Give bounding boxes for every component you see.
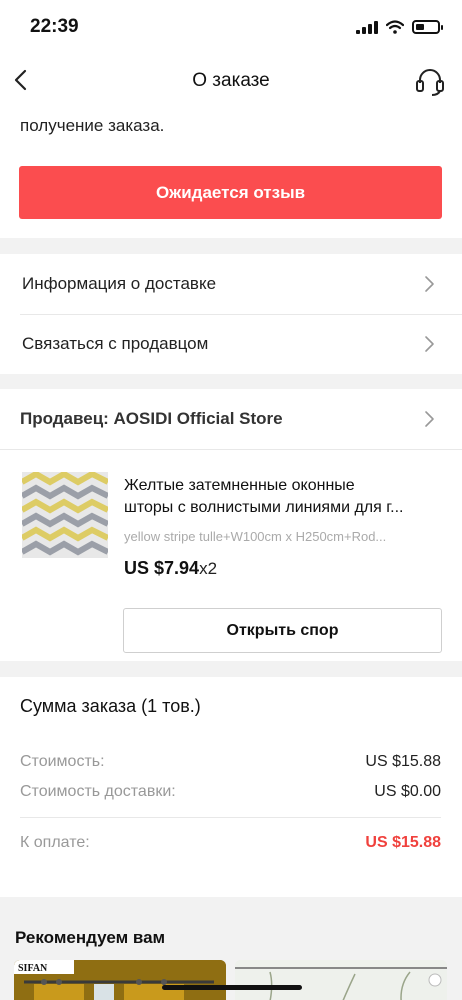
product-variant: yellow stripe tulle+W100cm x H250cm+Rod.… [124, 529, 387, 544]
open-dispute-button[interactable]: Открыть спор [123, 608, 442, 653]
product-image[interactable] [22, 472, 108, 558]
cost-value: US $15.88 [365, 753, 441, 770]
delivery-info-row[interactable]: Информация о доставке [0, 254, 462, 314]
chevron-right-icon [425, 276, 434, 292]
awaiting-review-button[interactable]: Ожидается отзыв [19, 166, 442, 219]
product-title-line: шторы с волнистыми линиями для г... [124, 499, 404, 516]
signal-icon [356, 20, 378, 34]
cost-row: Стоимость: US $15.88 [20, 753, 441, 771]
total-label: К оплате: [20, 834, 90, 851]
status-time: 22:39 [30, 16, 79, 37]
order-status-card: получение заказа. Ожидается отзыв [0, 110, 462, 238]
product-quantity: x2 [199, 559, 218, 578]
shipping-value: US $0.00 [374, 783, 441, 800]
product-title[interactable]: Желтые затемненные оконные шторы с волни… [124, 475, 446, 519]
battery-icon [412, 20, 443, 34]
chevron-right-icon [425, 336, 434, 352]
total-row: К оплате: US $15.88 [20, 834, 441, 852]
order-links-card: Информация о доставке Связаться с продав… [0, 254, 462, 374]
status-bar: 22:39 [0, 0, 462, 56]
home-indicator[interactable] [162, 985, 302, 990]
shipping-label: Стоимость доставки: [20, 783, 176, 800]
status-icons [356, 20, 443, 34]
seller-product-card: Продавец: AOSIDI Official Store Желтые з… [0, 389, 462, 661]
headset-icon[interactable] [414, 66, 446, 98]
total-value: US $15.88 [365, 834, 441, 851]
recommended-product-card[interactable] [235, 960, 447, 1000]
divider [0, 449, 462, 450]
divider [20, 817, 441, 818]
product-price: US $7.94 [124, 558, 200, 578]
cost-label: Стоимость: [20, 753, 105, 770]
seller-label: Продавец: AOSIDI Official Store [20, 409, 283, 428]
page-title: О заказе [192, 70, 270, 91]
nav-bar: О заказе [0, 56, 462, 110]
recommended-product-card[interactable]: SIFAN [14, 960, 226, 1000]
summary-title: Сумма заказа (1 тов.) [20, 696, 201, 716]
wifi-icon [386, 20, 404, 34]
order-summary-card: Сумма заказа (1 тов.) Стоимость: US $15.… [0, 677, 462, 897]
brand-logo: SIFAN [18, 963, 48, 974]
recommendations-title: Рекомендуем вам [15, 928, 166, 947]
product-title-line: Желтые затемненные оконные [124, 477, 355, 494]
contact-seller-label: Связаться с продавцом [22, 334, 209, 353]
contact-seller-row[interactable]: Связаться с продавцом [0, 314, 462, 374]
chevron-right-icon [425, 411, 434, 427]
product-price-block: US $7.94x2 [124, 558, 217, 579]
shipping-row: Стоимость доставки: US $0.00 [20, 783, 441, 801]
order-status-hint: получение заказа. [20, 116, 165, 135]
seller-row[interactable]: Продавец: AOSIDI Official Store [0, 389, 462, 449]
delivery-info-label: Информация о доставке [22, 274, 217, 293]
